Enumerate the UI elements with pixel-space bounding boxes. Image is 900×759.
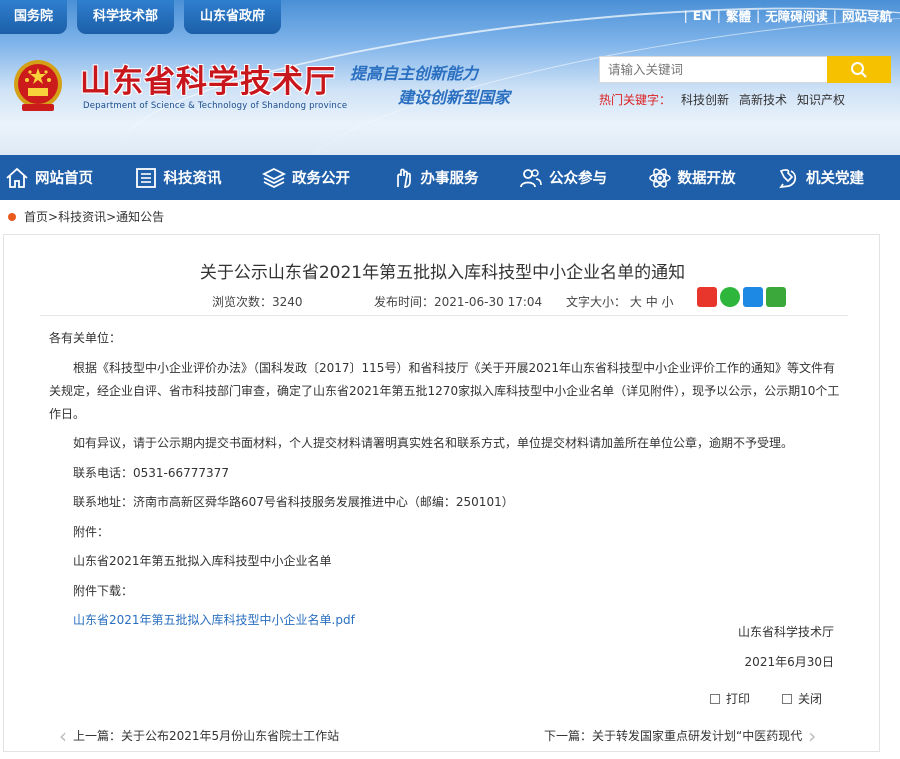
paragraph: 根据《科技型中小企业评价办法》（国科发政〔2017〕115号）和省科技厅《关于开…: [49, 360, 840, 421]
nav-item-home[interactable]: 网站首页: [0, 155, 129, 200]
attachment-download-link[interactable]: 山东省2021年第五批拟入库科技型中小企业名单.pdf: [49, 609, 844, 632]
nav-item-label: 办事服务: [420, 171, 479, 187]
nav-item-label: 机关党建: [806, 171, 864, 187]
wechat-icon[interactable]: [720, 287, 740, 307]
top-links: 国务院 科学技术部 山东省政府: [0, 0, 282, 34]
nav-item-news[interactable]: 科技资讯: [129, 155, 258, 200]
next-article-label: 下一篇：关于转发国家重点研发计划“中医药现代: [544, 729, 803, 743]
search-input[interactable]: [599, 56, 827, 83]
breadcrumb-separator: >: [106, 209, 117, 224]
home-icon: [6, 167, 28, 188]
link-traditional[interactable]: 繁體: [726, 6, 751, 25]
print-icon: [710, 693, 720, 704]
contact-address: 联系地址：济南市高新区舜华路607号省科技服务发展推进中心（邮编：250101）: [73, 495, 514, 509]
nav-item-party[interactable]: 机关党建: [771, 155, 900, 200]
nav-item-label: 公众参与: [549, 171, 607, 187]
nav-item-gov-affairs[interactable]: 政务公开: [257, 155, 386, 200]
search-icon: [851, 61, 867, 78]
nav-item-participation[interactable]: 公众参与: [514, 155, 643, 200]
contact-phone: 联系电话：0531-66777377: [73, 465, 229, 480]
atom-icon: [648, 167, 671, 188]
hot-keyword-ip[interactable]: 知识产权: [797, 91, 845, 108]
weibo-icon[interactable]: [697, 287, 717, 307]
font-size-medium[interactable]: 中: [646, 295, 658, 309]
breadcrumb-home[interactable]: 首页: [24, 208, 48, 225]
view-count: 浏览次数：3240: [212, 293, 303, 310]
view-count-value: 3240: [272, 295, 303, 309]
publish-date-label: 发布时间：: [374, 295, 435, 309]
douban-icon[interactable]: [766, 287, 786, 307]
close-button[interactable]: 关闭: [782, 690, 822, 707]
article-container: 关于公示山东省2021年第五批拟入库科技型中小企业名单的通知 浏览次数：3240…: [3, 234, 880, 752]
next-article-link[interactable]: 下一篇：关于转发国家重点研发计划“中医药现代 ›: [544, 723, 817, 748]
top-link-provincial-gov[interactable]: 山东省政府: [184, 0, 282, 34]
hot-keyword-hightech[interactable]: 高新技术: [739, 91, 787, 108]
prev-article-label: 上一篇：关于公布2021年5月份山东省院士工作站: [73, 729, 340, 743]
article-body: 各有关单位： 根据《科技型中小企业评价办法》（国科发政〔2017〕115号）和省…: [49, 327, 844, 639]
nav-item-services[interactable]: 办事服务: [386, 155, 515, 200]
slogan-line-2: 建设创新型国家: [398, 88, 511, 107]
nav-item-label: 科技资讯: [163, 171, 222, 187]
font-size-small[interactable]: 小: [662, 295, 674, 309]
party-icon: [779, 168, 797, 188]
nav-item-label: 网站首页: [35, 171, 93, 187]
nav-item-open-data[interactable]: 数据开放: [643, 155, 772, 200]
publish-date-value: 2021-06-30 17:04: [434, 295, 543, 309]
link-accessibility[interactable]: 无障碍阅读: [765, 6, 828, 25]
font-size-label: 文字大小：: [566, 295, 627, 309]
font-size-large[interactable]: 大: [630, 295, 642, 309]
font-size-control: 文字大小： 大 中 小: [566, 293, 674, 310]
link-sitemap[interactable]: 网站导航: [842, 6, 892, 25]
chevron-right-icon: ›: [808, 723, 817, 748]
sign-date: 2021年6月30日: [744, 655, 834, 669]
breadcrumb-dot-icon: [8, 212, 16, 221]
title-divider: [40, 315, 848, 316]
print-button[interactable]: 打印: [710, 690, 750, 707]
prev-article-link[interactable]: ‹ 上一篇：关于公布2021年5月份山东省院士工作站: [59, 723, 340, 748]
hand-icon: [396, 168, 411, 188]
publish-date: 发布时间：2021-06-30 17:04: [374, 293, 542, 310]
top-link-most[interactable]: 科学技术部: [77, 0, 175, 34]
greeting: 各有关单位：: [49, 331, 122, 345]
download-label: 附件下载：: [73, 583, 134, 598]
paragraph: 如有异议，请于公示期内提交书面材料，个人提交材料请署明真实姓名和联系方式，单位提…: [73, 436, 794, 450]
signature: 山东省科学技术厅: [737, 625, 834, 639]
top-link-state-council[interactable]: 国务院: [0, 0, 68, 34]
nav-item-label: 政务公开: [292, 171, 350, 187]
nav-item-label: 数据开放: [677, 171, 736, 187]
attachment-name: 山东省2021年第五批拟入库科技型中小企业名单: [73, 554, 332, 568]
breadcrumb-separator: >: [48, 209, 59, 224]
search-button[interactable]: [827, 56, 891, 83]
qzone-icon[interactable]: [743, 287, 763, 307]
close-icon: [782, 693, 792, 704]
site-title[interactable]: 山东省科学技术厅: [80, 56, 336, 101]
hot-keywords: 热门关键字： 科技创新 高新技术 知识产权: [599, 91, 845, 108]
print-label: 打印: [726, 692, 751, 706]
site-subtitle: Department of Science & Technology of Sh…: [83, 101, 348, 111]
attachment-label: 附件：: [73, 524, 110, 539]
breadcrumb: 首页 > 科技资讯 > 通知公告: [8, 208, 164, 225]
breadcrumb-news[interactable]: 科技资讯: [58, 208, 106, 225]
share-buttons: [697, 287, 786, 307]
close-label: 关闭: [798, 692, 823, 706]
national-emblem-icon: [14, 60, 62, 111]
slogan-line-1: 提高自主创新能力: [350, 64, 479, 83]
main-nav: 网站首页 科技资讯 政务公开 办事服务 公众参与 数据开放 机关党建: [0, 155, 900, 200]
search-box: [599, 56, 891, 83]
hot-keywords-label: 热门关键字：: [599, 93, 672, 107]
article-title: 关于公示山东省2021年第五批拟入库科技型中小企业名单的通知: [199, 263, 686, 283]
chevron-left-icon: ‹: [59, 723, 67, 748]
hot-keyword-innovation[interactable]: 科技创新: [681, 91, 729, 108]
view-count-label: 浏览次数：: [212, 295, 273, 309]
utility-links: | EN | 繁體 | 无障碍阅读 | 网站导航: [683, 6, 892, 25]
site-header: 国务院 科学技术部 山东省政府 | EN | 繁體 | 无障碍阅读 | 网站导航…: [0, 0, 900, 155]
breadcrumb-notices[interactable]: 通知公告: [116, 208, 164, 225]
slogan: 提高自主创新能力 建设创新型国家: [350, 62, 510, 110]
people-icon: [520, 168, 542, 187]
link-english[interactable]: EN: [693, 8, 712, 23]
news-icon: [135, 167, 156, 188]
layers-icon: [262, 167, 286, 188]
